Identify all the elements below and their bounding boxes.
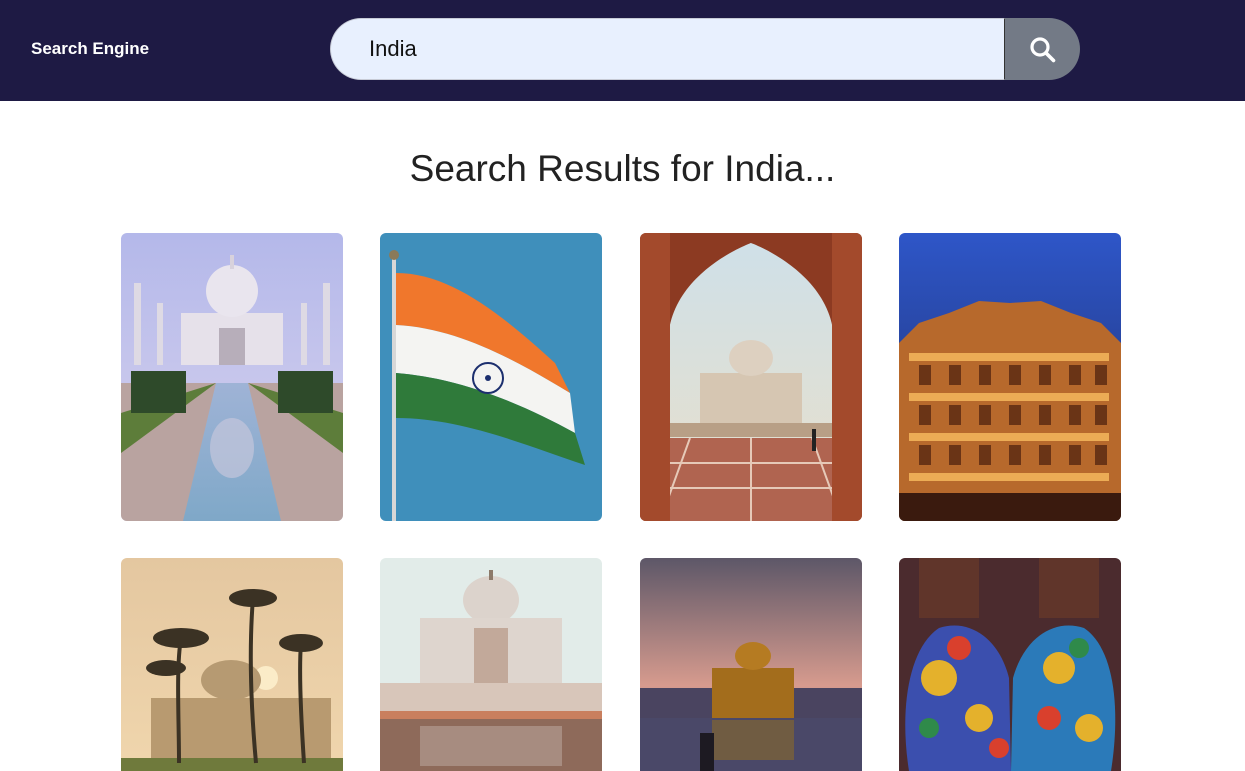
result-image-taj-mahal-closeup[interactable] (380, 558, 602, 771)
result-image-golden-temple-sunset[interactable] (640, 558, 862, 771)
result-image-taj-mahal-through-arch[interactable] (640, 233, 862, 521)
result-image-taj-mahal-reflecting-pool[interactable] (121, 233, 343, 521)
search-input[interactable] (330, 18, 1005, 80)
results-title: Search Results for India... (409, 148, 836, 189)
result-image-hawa-mahal-night[interactable] (899, 233, 1121, 521)
search-form (330, 18, 1080, 80)
search-icon (1030, 37, 1056, 63)
navbar: Search Engine (0, 0, 1245, 101)
brand-logo[interactable]: Search Engine (31, 39, 149, 59)
result-image-holi-colored-hands[interactable] (899, 558, 1121, 771)
result-image-humayun-tomb-palms[interactable] (121, 558, 343, 771)
result-image-indian-flag[interactable] (380, 233, 602, 521)
search-button[interactable] (1005, 18, 1080, 80)
